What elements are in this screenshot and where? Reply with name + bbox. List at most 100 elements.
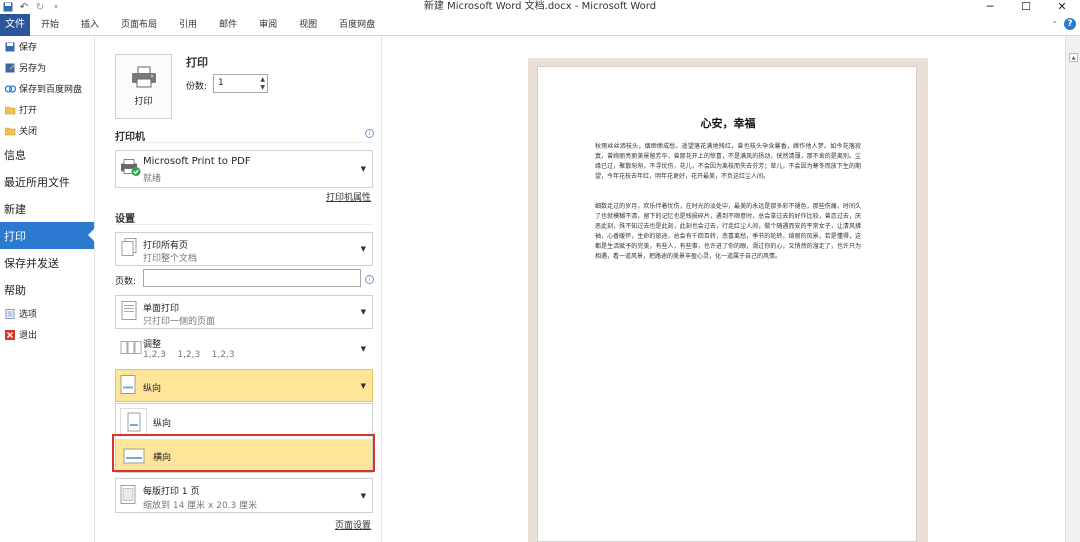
page-per-sheet-icon	[120, 484, 136, 507]
nav-open[interactable]: 打开	[0, 99, 94, 120]
copies-label: 份数:	[186, 82, 208, 92]
portrait-icon	[120, 374, 136, 397]
collate-icon	[120, 340, 142, 359]
nav-options-label: 选项	[19, 310, 38, 320]
folder-close-icon	[4, 125, 16, 137]
nav-help[interactable]: 帮助	[0, 276, 94, 303]
close-button[interactable]: ✕	[1044, 0, 1080, 14]
copies-spinner[interactable]: ▲ ▼	[260, 76, 265, 92]
printer-section-divider	[115, 142, 373, 143]
collate-dropdown[interactable]: 调整 1,2,3 1,2,3 1,2,3 ▼	[115, 332, 373, 366]
print-button[interactable]: 打印	[115, 54, 172, 119]
tab-baidu[interactable]: 百度网盘	[328, 14, 386, 36]
chevron-down-icon: ▼	[360, 381, 366, 390]
tab-insert[interactable]: 插入	[70, 14, 110, 36]
print-preview: 心安，幸福 秋雨丝丝洒枝头，烟缈缈成愁。遥望落花满地残红，曾也枝头孕含馨香，嫁作…	[382, 36, 1065, 542]
printer-ready-icon	[120, 158, 142, 181]
document-title: 心安，幸福	[700, 117, 756, 130]
ribbon-tabs: 文件 开始 插入 页面布局 引用 邮件 审阅 视图 百度网盘 ⌃ ?	[0, 13, 1080, 36]
pages-per-sheet-dropdown[interactable]: 每版打印 1 页 缩放到 14 厘米 x 20.3 厘米 ▼	[115, 478, 373, 513]
printer-dropdown[interactable]: Microsoft Print to PDF 就绪 ▼	[115, 150, 373, 188]
settings-section-divider	[115, 224, 373, 225]
nav-exit[interactable]: 退出	[0, 324, 94, 345]
print-range-sub: 打印整个文档	[143, 254, 198, 264]
title-bar: ↶ ↻ ▾ 新建 Microsoft Word 文档.docx - Micros…	[0, 0, 1080, 14]
single-sided-icon	[120, 301, 138, 324]
page-setup-link[interactable]: 页面设置	[335, 518, 371, 531]
pages-icon	[120, 238, 138, 261]
chevron-down-icon: ▼	[360, 345, 366, 353]
nav-info[interactable]: 信息	[0, 141, 94, 168]
nav-save-as-label: 另存为	[19, 64, 47, 74]
tab-mailings[interactable]: 邮件	[208, 14, 248, 36]
chevron-down-icon: ▼	[360, 491, 366, 500]
document-paragraph-1: 秋雨丝丝洒枝头，烟缈缈成愁。遥望落花满地残红，曾也枝头孕含馨香，嫁作他人梦。如今…	[595, 143, 861, 180]
tab-home[interactable]: 开始	[30, 14, 70, 36]
tab-page-layout[interactable]: 页面布局	[110, 14, 168, 36]
printer-icon	[131, 66, 156, 88]
nav-exit-label: 退出	[19, 331, 38, 341]
pages-per-sheet-sub: 缩放到 14 厘米 x 20.3 厘米	[143, 501, 258, 511]
minimize-button[interactable]: ─	[972, 0, 1008, 14]
printer-status: 就绪	[143, 174, 162, 184]
print-range-dropdown[interactable]: 打印所有页 打印整个文档 ▼	[115, 232, 373, 266]
collate-sub: 1,2,3 1,2,3 1,2,3	[143, 350, 235, 360]
window-title: 新建 Microsoft Word 文档.docx - Microsoft Wo…	[423, 1, 657, 12]
printer-name: Microsoft Print to PDF	[143, 156, 251, 167]
nav-new[interactable]: 新建	[0, 195, 94, 222]
baidu-cloud-icon	[4, 83, 16, 95]
tab-references[interactable]: 引用	[168, 14, 208, 36]
window-controls: ─ ☐ ✕	[972, 0, 1080, 14]
nav-save[interactable]: 保存	[0, 36, 94, 57]
print-button-label: 打印	[134, 97, 153, 107]
nav-save-baidu-label: 保存到百度网盘	[19, 85, 83, 95]
nav-recent[interactable]: 最近所用文件	[0, 168, 94, 195]
exit-icon	[4, 329, 16, 341]
vertical-scrollbar[interactable]: ▲	[1065, 36, 1080, 542]
portrait-option-label: 纵向	[153, 419, 172, 429]
options-icon	[4, 308, 16, 320]
nav-close[interactable]: 关闭	[0, 120, 94, 141]
sides-main: 单面打印	[143, 304, 180, 314]
pages-info-icon[interactable]: i	[365, 275, 374, 284]
maximize-button[interactable]: ☐	[1008, 0, 1044, 14]
tab-review[interactable]: 审阅	[248, 14, 288, 36]
pages-input[interactable]	[143, 269, 361, 287]
printer-section-title: 打印机	[115, 132, 145, 143]
save-as-icon	[4, 62, 16, 74]
nav-save-label: 保存	[19, 43, 38, 53]
chevron-down-icon: ▼	[360, 165, 366, 173]
nav-options[interactable]: 选项	[0, 303, 94, 324]
preview-page: 心安，幸福 秋雨丝丝洒枝头，烟缈缈成愁。遥望落花满地残红，曾也枝头孕含馨香，嫁作…	[537, 66, 917, 542]
nav-print[interactable]: 打印	[0, 222, 95, 249]
copies-value: 1	[218, 78, 224, 88]
backstage-nav: 保存 另存为 保存到百度网盘 打开 关闭 信息 最近所用文件 新建 打印 保存并…	[0, 36, 95, 542]
chevron-down-icon: ▼	[360, 245, 366, 253]
print-range-main: 打印所有页	[143, 241, 189, 251]
settings-section-title: 设置	[115, 214, 135, 225]
copies-input[interactable]: 1 ▲ ▼	[213, 74, 268, 93]
tab-view[interactable]: 视图	[288, 14, 328, 36]
sides-dropdown[interactable]: 单面打印 只打印一侧的页面 ▼	[115, 295, 373, 329]
sides-sub: 只打印一侧的页面	[143, 317, 216, 327]
orientation-selected: 纵向	[143, 384, 162, 394]
pages-label: 页数:	[115, 277, 137, 287]
pages-per-sheet-main: 每版打印 1 页	[143, 487, 200, 497]
printer-properties-link[interactable]: 打印机属性	[326, 190, 371, 203]
nav-save-as[interactable]: 另存为	[0, 57, 94, 78]
nav-save-send[interactable]: 保存并发送	[0, 249, 94, 276]
scroll-up-icon[interactable]: ▲	[1069, 53, 1078, 62]
save-icon	[4, 41, 16, 53]
nav-close-label: 关闭	[19, 127, 38, 137]
tab-file[interactable]: 文件	[0, 13, 30, 36]
collate-main: 调整	[143, 340, 162, 350]
nav-save-baidu[interactable]: 保存到百度网盘	[0, 78, 94, 99]
help-icon[interactable]: ?	[1064, 18, 1076, 30]
minimize-ribbon-icon[interactable]: ⌃	[1051, 20, 1058, 29]
orientation-dropdown[interactable]: 纵向 ▼	[115, 369, 373, 402]
chevron-down-icon: ▼	[360, 308, 366, 316]
portrait-icon	[120, 408, 147, 435]
folder-open-icon	[4, 104, 16, 116]
printer-info-icon[interactable]: i	[365, 129, 374, 138]
document-paragraph-2: 细数走过的岁月，欢乐伴着忧伤，在时光的淡处中，最美的永远是那多彩不褪色，那些伤痛…	[595, 203, 861, 260]
